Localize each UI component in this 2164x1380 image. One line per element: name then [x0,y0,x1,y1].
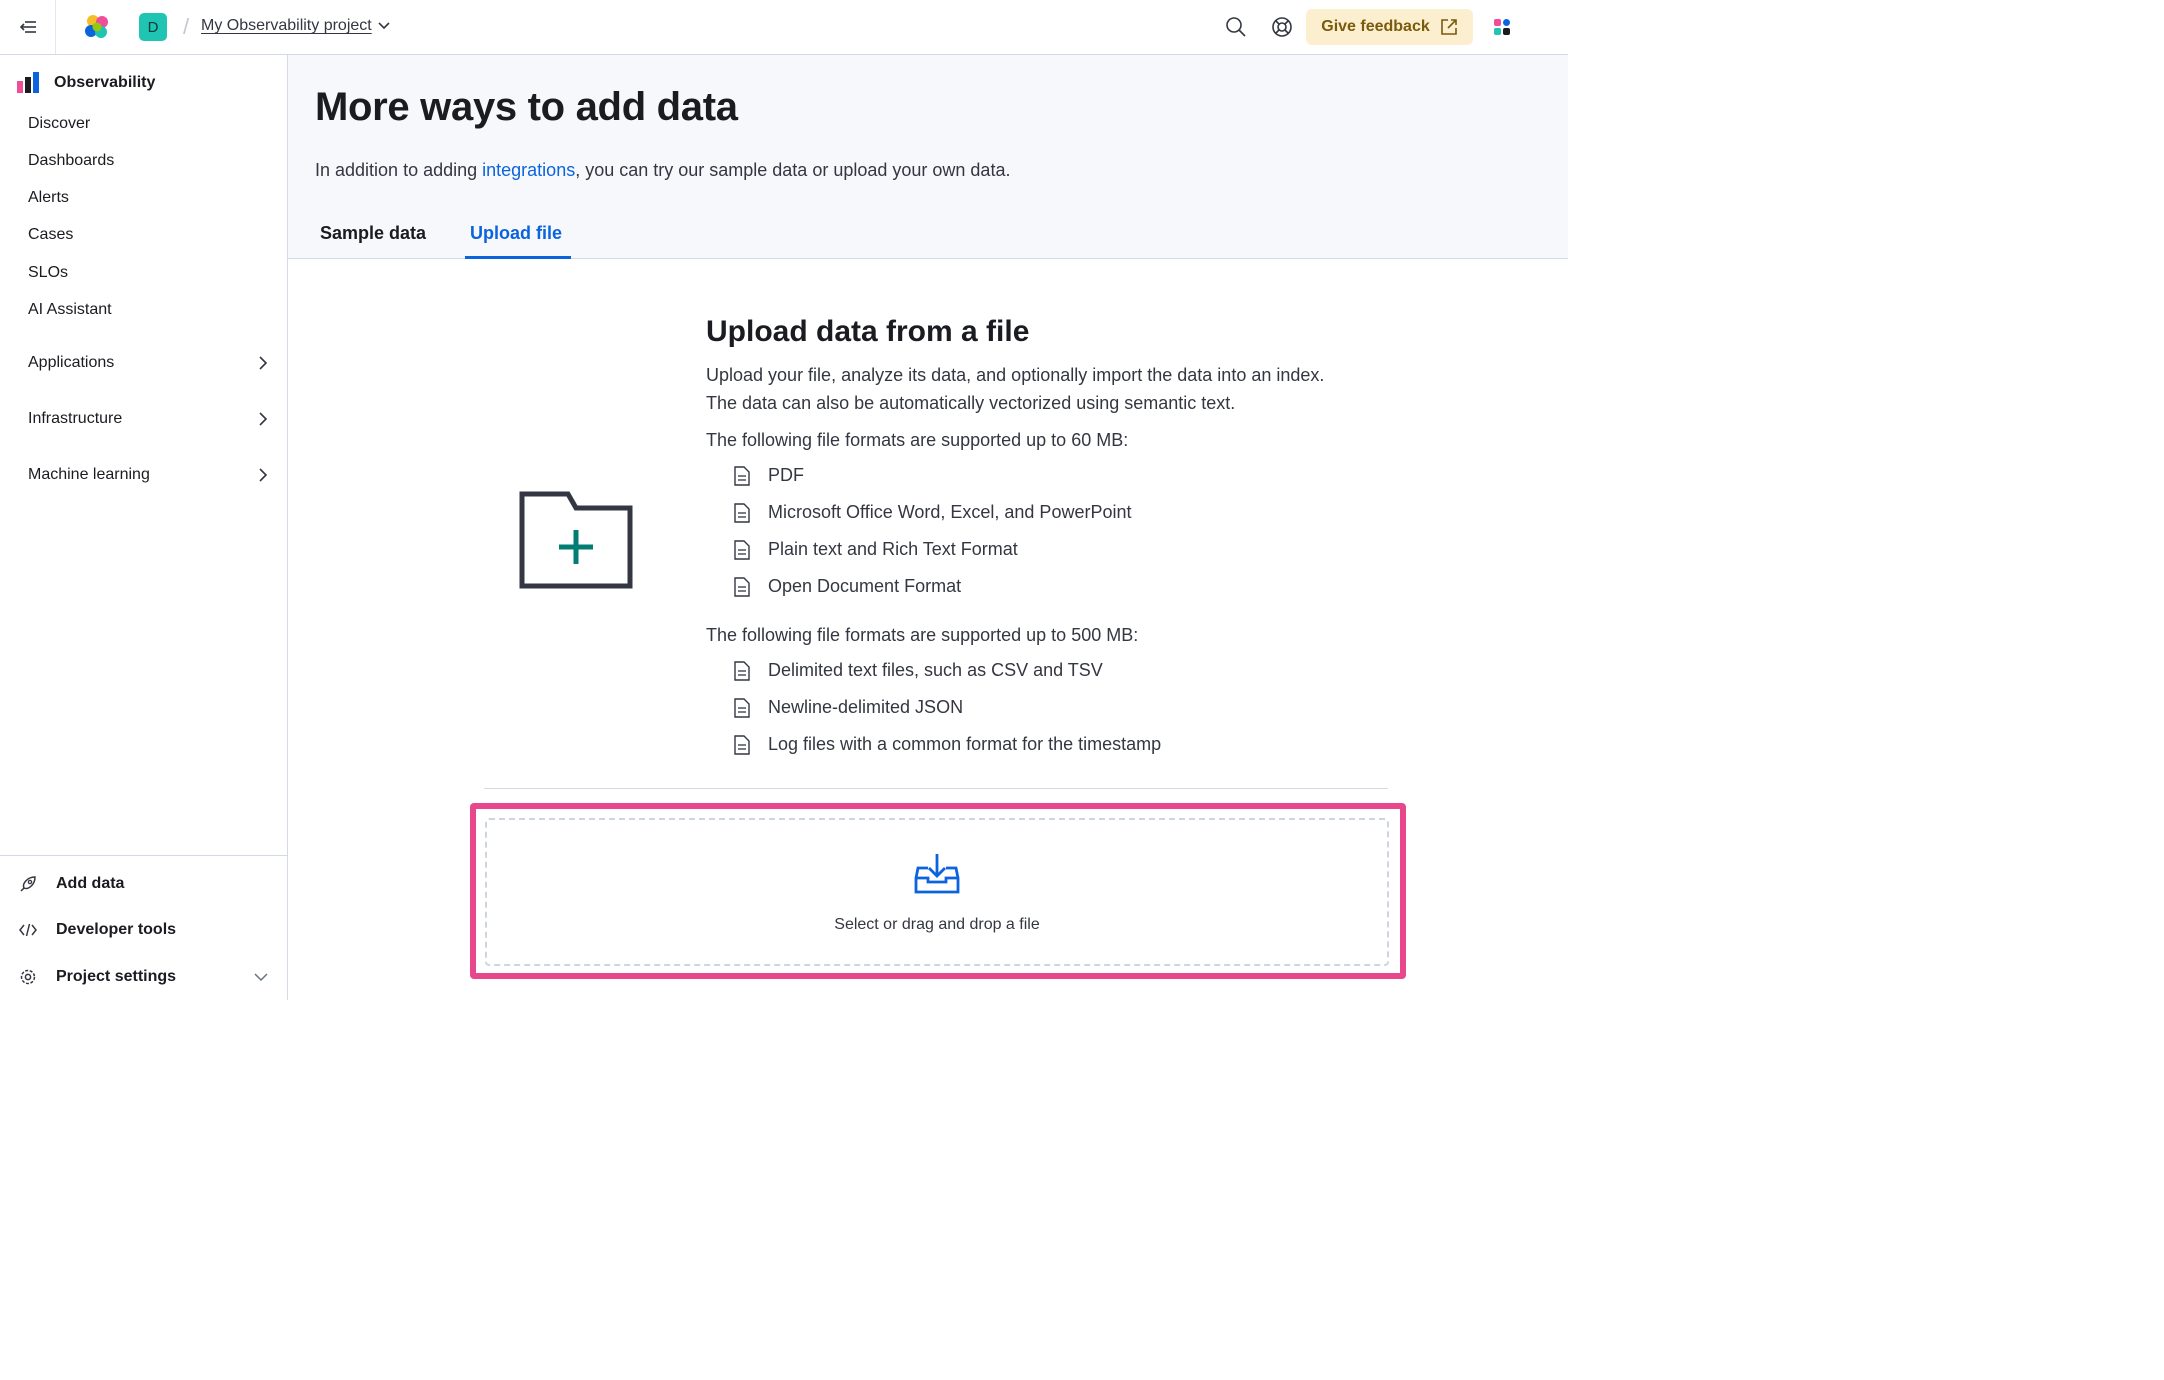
upload-title: Upload data from a file [706,315,1030,348]
ai-assistant-logo-icon[interactable] [1491,16,1513,38]
sidebar-title[interactable]: Observability [16,71,155,95]
format-label: Plain text and Rich Text Format [768,539,1018,559]
sidebar-item-ai-assistant[interactable]: AI Assistant [28,301,112,319]
format-item: Plain text and Rich Text Format [734,539,1018,560]
active-tab-indicator [465,256,571,259]
sidebar-group-label: Applications [28,354,115,371]
small-formats-heading: The following file formats are supported… [706,430,1129,450]
sidebar-group-label: Machine learning [28,466,150,483]
page-description-prefix: In addition to adding [315,160,483,180]
sidebar-footer-project-settings[interactable]: Project settings [18,967,268,987]
sidebar-group-infrastructure[interactable]: Infrastructure [28,410,268,428]
format-item: PDF [734,465,804,486]
document-icon [734,576,750,597]
format-item: Delimited text files, such as CSV and TS… [734,660,1103,681]
document-icon [734,697,750,718]
document-icon [734,660,750,681]
file-dropzone[interactable]: Select or drag and drop a file [485,818,1389,966]
chevron-down-icon [254,972,268,981]
format-label: Delimited text files, such as CSV and TS… [768,660,1103,680]
page-description: In addition to adding integrations, you … [315,160,1010,181]
format-item: Log files with a common format for the t… [734,734,1161,755]
chevron-right-icon [259,412,268,426]
page-header: More ways to add data In addition to add… [288,55,1568,259]
sidebar-footer-label: Project settings [56,968,177,985]
top-header: D / My Observability project Give feedba… [0,0,1568,55]
chevron-right-icon [259,356,268,370]
search-icon [1226,17,1246,37]
gear-icon [20,969,36,985]
sidebar-item-dashboards[interactable]: Dashboards [28,152,114,170]
page-title: More ways to add data [315,85,738,129]
sidebar-title-label: Observability [54,74,156,91]
format-item: Microsoft Office Word, Excel, and PowerP… [734,502,1131,523]
document-icon [734,734,750,755]
sidebar-footer-add-data[interactable]: Add data [18,874,268,894]
project-selector[interactable]: My Observability project [201,17,390,35]
sidebar-item-discover[interactable]: Discover [28,115,90,133]
chevron-down-icon [378,22,390,30]
sidebar-item-slos[interactable]: SLOs [28,264,68,282]
sidebar-footer: Add data Developer tools Project setting… [0,855,287,985]
collapse-nav-button[interactable] [0,0,56,54]
main-content: More ways to add data In addition to add… [288,55,1568,1000]
side-navigation: Observability Discover Dashboards Alerts… [0,55,288,1000]
breadcrumb-separator: / [183,14,190,39]
sidebar-footer-developer-tools[interactable]: Developer tools [18,920,268,940]
sidebar-item-cases[interactable]: Cases [28,226,73,244]
format-label: PDF [768,465,804,485]
external-link-icon [1440,19,1457,35]
give-feedback-button[interactable]: Give feedback [1306,9,1473,45]
format-label: Open Document Format [768,576,962,596]
chevron-right-icon [259,468,268,482]
format-label: Log files with a common format for the t… [768,734,1162,754]
upload-intro-line-1: Upload your file, analyze its data, and … [706,365,1325,385]
observability-logo-icon [17,72,39,93]
large-formats-heading: The following file formats are supported… [706,625,1139,645]
project-avatar[interactable]: D [139,13,167,41]
folder-add-icon [519,491,633,589]
page-description-suffix: , you can try our sample data or upload … [575,160,1011,180]
sidebar-footer-label: Developer tools [56,921,177,938]
help-button[interactable] [1269,14,1295,40]
tab-upload-file[interactable]: Upload file [470,223,562,244]
sidebar-footer-label: Add data [56,875,125,892]
sidebar-item-alerts[interactable]: Alerts [28,189,69,207]
search-button[interactable] [1223,14,1249,40]
document-icon [734,539,750,560]
integrations-link[interactable]: integrations [482,160,575,180]
sidebar-group-label: Infrastructure [28,410,123,427]
section-divider [484,788,1388,789]
code-icon [19,923,37,937]
elastic-logo-icon[interactable] [82,12,112,42]
document-icon [734,502,750,523]
project-name: My Observability project [201,17,372,34]
format-item: Open Document Format [734,576,961,597]
format-label: Newline-delimited JSON [768,697,964,717]
document-icon [734,465,750,486]
give-feedback-label: Give feedback [1321,18,1430,35]
sidebar-group-machine-learning[interactable]: Machine learning [28,466,268,484]
format-item: Newline-delimited JSON [734,697,963,718]
rocket-icon [20,876,36,892]
help-lifebuoy-icon [1272,17,1292,37]
upload-tray-icon [914,854,960,894]
sidebar-group-applications[interactable]: Applications [28,354,268,372]
format-label: Microsoft Office Word, Excel, and PowerP… [768,502,1132,522]
tab-sample-data[interactable]: Sample data [320,223,426,244]
upload-intro-line-2: The data can also be automatically vecto… [706,393,1236,413]
dropzone-label: Select or drag and drop a file [834,916,1040,933]
collapse-menu-icon [19,21,36,33]
